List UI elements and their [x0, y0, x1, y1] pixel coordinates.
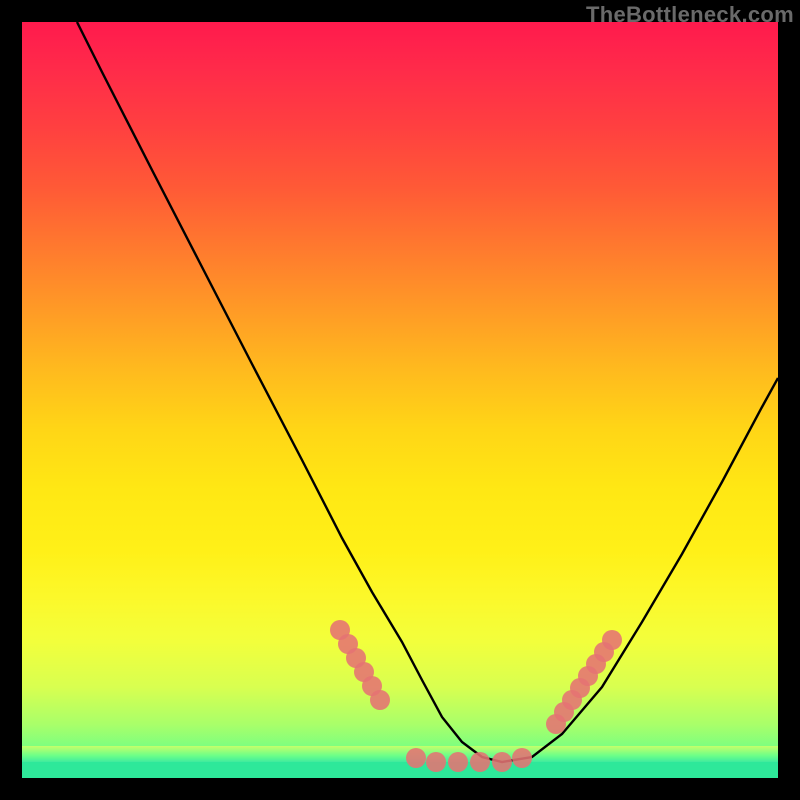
watermark-text: TheBottleneck.com	[586, 2, 794, 28]
highlight-dots-group	[330, 620, 622, 772]
highlight-dot	[448, 752, 468, 772]
highlight-dot	[602, 630, 622, 650]
bottleneck-curve-svg	[22, 22, 778, 778]
highlight-dot	[370, 690, 390, 710]
highlight-dot	[406, 748, 426, 768]
highlight-dot	[470, 752, 490, 772]
chart-frame	[22, 22, 778, 778]
highlight-dot	[426, 752, 446, 772]
bottleneck-curve-line	[77, 22, 778, 762]
highlight-dot	[512, 748, 532, 768]
highlight-dot	[492, 752, 512, 772]
